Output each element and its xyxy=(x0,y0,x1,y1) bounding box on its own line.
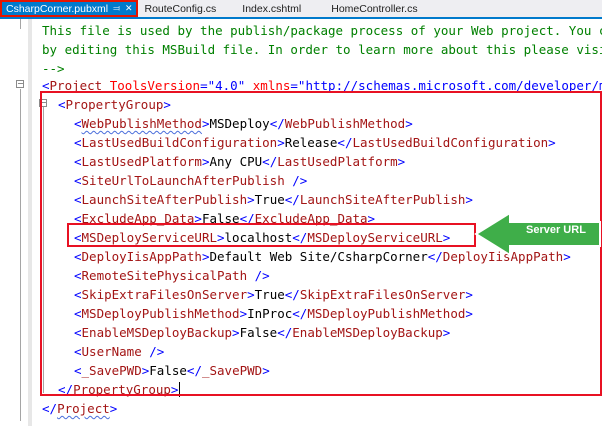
close-icon[interactable]: ✕ xyxy=(125,3,133,14)
server-url-highlight-box xyxy=(67,223,476,247)
server-url-label: Server URL xyxy=(526,224,586,236)
server-url-callout: Server URL xyxy=(474,211,602,257)
project-close-tag: Project xyxy=(57,401,110,416)
tab-label: Index.cshtml xyxy=(242,2,302,15)
collapse-icon[interactable]: − xyxy=(16,80,24,88)
tab-csharpcorner-pubxml[interactable]: CsharpCorner.pubxml ⫤ ✕ xyxy=(0,0,139,17)
outline-line xyxy=(20,19,21,29)
tab-label: CsharpCorner.pubxml xyxy=(6,2,109,15)
outline-line xyxy=(20,89,21,421)
code-line-project-close: </Project> xyxy=(42,401,118,416)
pin-icon[interactable]: ⫤ xyxy=(113,3,120,14)
document-tab-strip: CsharpCorner.pubxml ⫤ ✕ RouteConfig.cs I… xyxy=(0,0,602,19)
tab-index-cshtml[interactable]: Index.cshtml xyxy=(224,0,309,17)
xml-comment: --> xyxy=(42,61,65,76)
tab-routeconfig-cs[interactable]: RouteConfig.cs xyxy=(138,0,224,17)
code-line: by editing this MSBuild file. In order t… xyxy=(42,40,602,59)
xml-comment: This file is used by the publish/package… xyxy=(42,23,602,38)
tab-label: HomeController.cs xyxy=(331,2,418,15)
tab-homecontroller-cs[interactable]: HomeController.cs xyxy=(309,0,425,17)
code-line: This file is used by the publish/package… xyxy=(42,21,602,40)
tab-label: RouteConfig.cs xyxy=(144,2,217,15)
xml-comment: by editing this MSBuild file. In order t… xyxy=(42,42,602,57)
change-margin xyxy=(28,19,32,426)
code-editor[interactable]: − − This file is used by the publish/pac… xyxy=(0,19,602,426)
